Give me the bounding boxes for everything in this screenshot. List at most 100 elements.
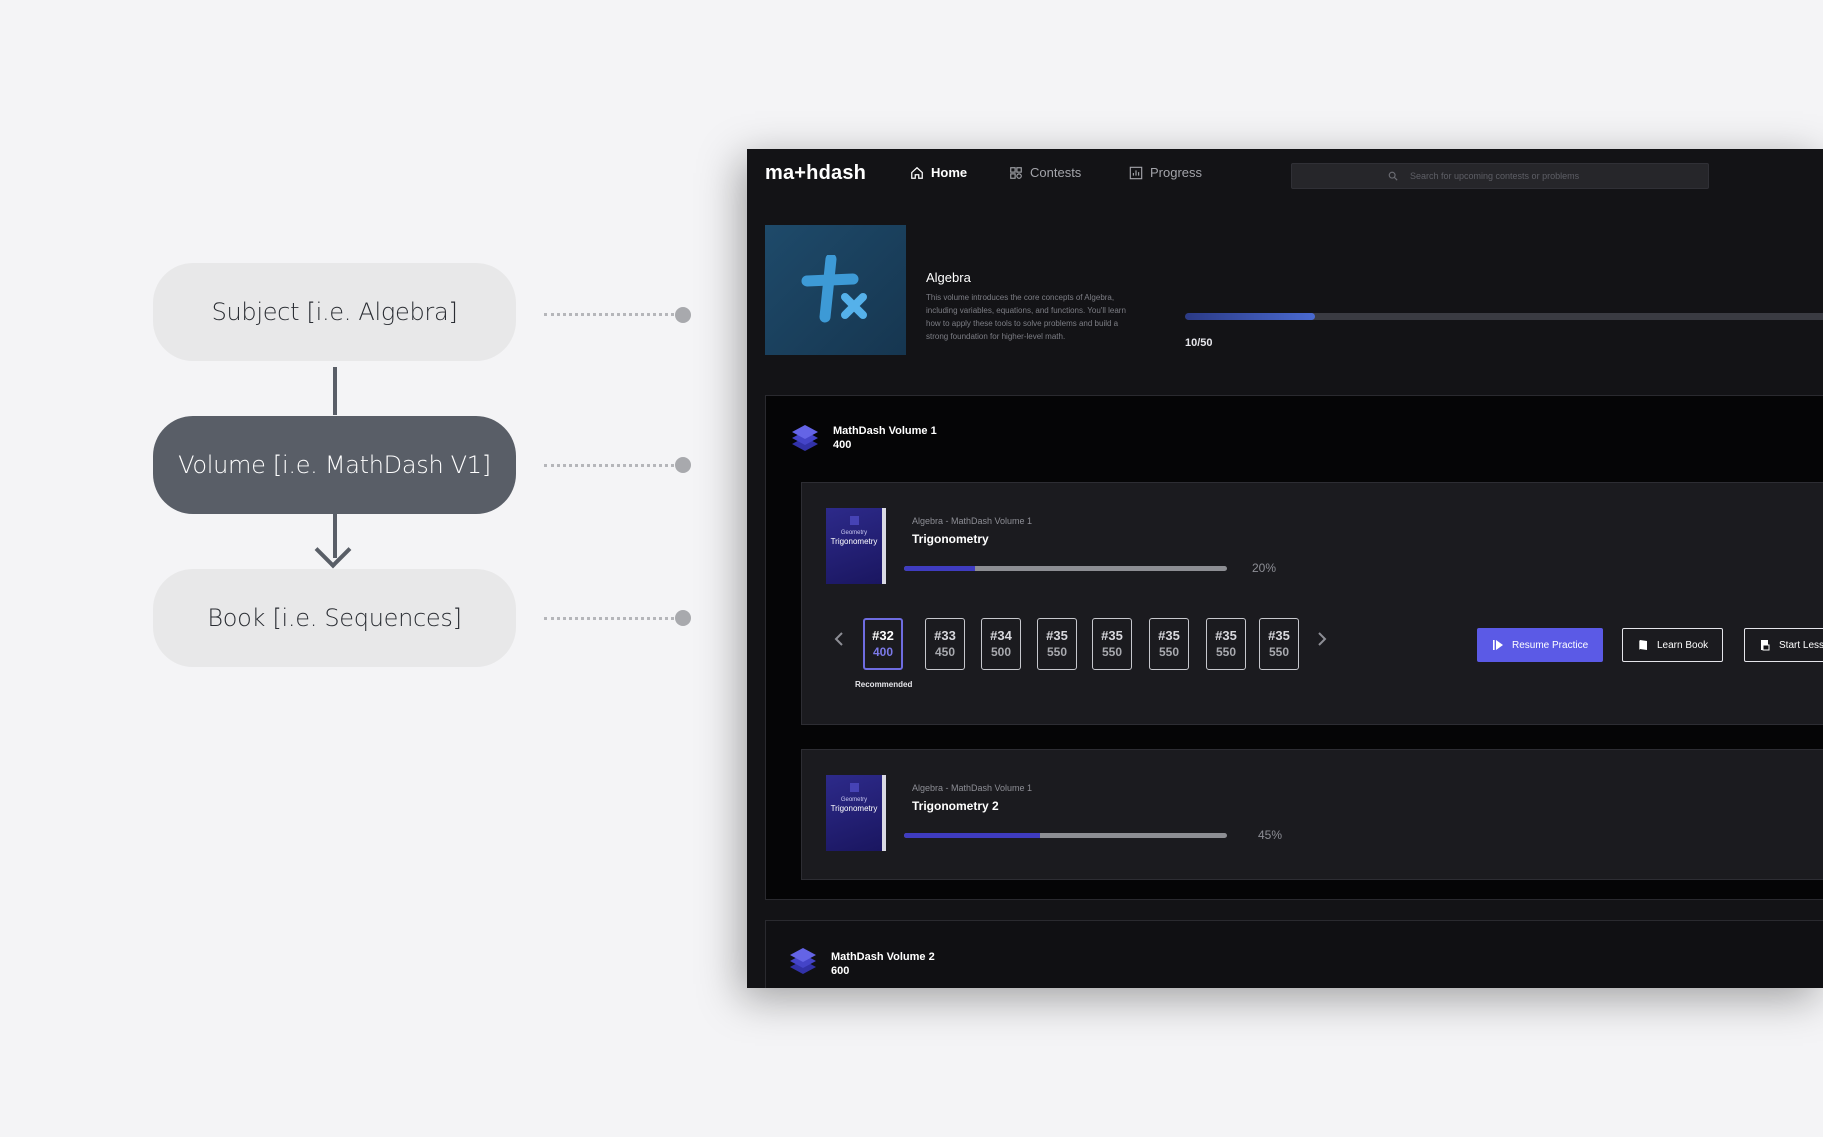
cover-title: Trigonometry bbox=[830, 804, 878, 813]
diagram-connector-line bbox=[333, 367, 337, 415]
volume-count: 400 bbox=[833, 439, 852, 451]
app-window: ma+hdash Home Contests Progress Algebra … bbox=[747, 149, 1823, 988]
problem-points: 550 bbox=[1215, 645, 1237, 659]
problem-points: 550 bbox=[1158, 645, 1180, 659]
problem-points: 400 bbox=[872, 645, 894, 659]
diagram-dot-subject bbox=[675, 307, 691, 323]
top-navigation-bar: ma+hdash Home Contests Progress bbox=[747, 149, 1823, 199]
book-progress-percent: 20% bbox=[1252, 561, 1277, 575]
book-card-trigonometry-2[interactable]: Geometry Trigonometry Algebra - MathDash… bbox=[801, 749, 1823, 880]
subject-progress-fill bbox=[1185, 313, 1315, 320]
resume-practice-button[interactable]: Resume Practice bbox=[1477, 628, 1604, 662]
problem-number: #35 bbox=[1215, 628, 1237, 643]
subject-progress-count: 10/50 bbox=[1185, 337, 1213, 349]
volume-panel-2: MathDash Volume 2 600 bbox=[765, 920, 1823, 988]
diagram-subject-node: Subject [i.e. Algebra] bbox=[153, 263, 516, 361]
nav-contests[interactable]: Contests bbox=[1009, 165, 1081, 180]
problem-number: #35 bbox=[1158, 628, 1180, 643]
cover-square-icon bbox=[849, 783, 859, 792]
play-icon bbox=[1493, 640, 1503, 650]
subject-thumbnail[interactable] bbox=[765, 225, 906, 355]
nav-progress-label: Progress bbox=[1150, 165, 1203, 180]
diagram-book-node: Book [i.e. Sequences] bbox=[153, 569, 516, 667]
diagram-volume-node: Volume [i.e. MathDash V1] bbox=[153, 416, 516, 514]
problem-points: 450 bbox=[934, 645, 956, 659]
diagram-dot-volume bbox=[675, 457, 691, 473]
home-icon bbox=[911, 166, 923, 179]
app-logo[interactable]: ma+hdash bbox=[765, 162, 866, 185]
volume-count: 600 bbox=[831, 965, 850, 977]
book-icon bbox=[1639, 640, 1647, 650]
problem-points: 500 bbox=[990, 645, 1012, 659]
chevron-left-icon[interactable] bbox=[831, 630, 849, 648]
nav-home-label: Home bbox=[931, 165, 968, 180]
diagram-dotted-connector-volume bbox=[544, 464, 674, 467]
volume-panel-1: MathDash Volume 1 400 Geometry Trigonome… bbox=[765, 395, 1823, 900]
subject-progress-bar bbox=[1185, 313, 1823, 320]
problem-points: 550 bbox=[1101, 645, 1123, 659]
diagram-dot-book bbox=[675, 610, 691, 626]
problem-chip[interactable]: #35 550 bbox=[1092, 618, 1132, 670]
recommended-label: Recommended bbox=[855, 680, 913, 689]
diagram-subject-label: Subject [i.e. Algebra] bbox=[211, 298, 458, 326]
layers-icon bbox=[790, 948, 816, 974]
problem-number: #33 bbox=[934, 628, 956, 643]
subject-description: This volume introduces the core concepts… bbox=[926, 293, 1126, 341]
plus-times-icon bbox=[801, 255, 867, 323]
search-input[interactable] bbox=[1408, 170, 1612, 182]
book-subtitle: Algebra - MathDash Volume 1 bbox=[912, 516, 1033, 526]
diagram-arrow-down-icon bbox=[314, 531, 352, 569]
start-lesson-label: Start Less bbox=[1779, 639, 1823, 651]
resume-practice-label: Resume Practice bbox=[1512, 639, 1589, 651]
problem-chip[interactable]: #32 400 bbox=[863, 618, 903, 670]
book-progress-bar bbox=[904, 833, 1227, 838]
book-cover[interactable]: Geometry Trigonometry bbox=[826, 508, 886, 584]
layers-icon bbox=[792, 425, 818, 451]
problem-number: #32 bbox=[872, 628, 894, 643]
chevron-right-icon[interactable] bbox=[1312, 630, 1330, 648]
cover-title: Trigonometry bbox=[830, 537, 878, 546]
cover-subject: Geometry bbox=[840, 530, 868, 536]
learn-book-button[interactable]: Learn Book bbox=[1622, 628, 1724, 662]
nav-home[interactable]: Home bbox=[910, 165, 967, 180]
problem-chip[interactable]: #35 550 bbox=[1037, 618, 1077, 670]
contests-icon bbox=[1010, 166, 1022, 179]
learn-book-label: Learn Book bbox=[1657, 639, 1709, 651]
problem-points: 550 bbox=[1046, 645, 1068, 659]
book-title: Trigonometry bbox=[912, 532, 989, 546]
search-icon bbox=[1388, 171, 1398, 181]
search-bar[interactable] bbox=[1291, 163, 1709, 189]
book-card-trigonometry[interactable]: Geometry Trigonometry Algebra - MathDash… bbox=[801, 482, 1823, 725]
problem-number: #35 bbox=[1046, 628, 1068, 643]
problem-chip[interactable]: #35 550 bbox=[1259, 618, 1299, 670]
book-progress-bar bbox=[904, 566, 1227, 571]
diagram-book-label: Book [i.e. Sequences] bbox=[207, 604, 462, 632]
cover-square-icon bbox=[849, 516, 859, 525]
nav-progress[interactable]: Progress bbox=[1129, 165, 1202, 180]
lesson-icon bbox=[1761, 640, 1770, 651]
subject-title: Algebra bbox=[926, 270, 971, 285]
problem-number: #35 bbox=[1268, 628, 1290, 643]
volume-name: MathDash Volume 1 bbox=[833, 425, 937, 437]
book-title: Trigonometry 2 bbox=[912, 799, 999, 813]
book-cover[interactable]: Geometry Trigonometry bbox=[826, 775, 886, 851]
diagram-volume-label: Volume [i.e. MathDash V1] bbox=[178, 451, 491, 479]
progress-chart-icon bbox=[1129, 166, 1143, 179]
start-lesson-button[interactable]: Start Less bbox=[1744, 628, 1823, 662]
problem-chip[interactable]: #35 550 bbox=[1206, 618, 1246, 670]
problem-number: #34 bbox=[990, 628, 1012, 643]
book-progress-fill bbox=[904, 833, 1040, 838]
cover-subject: Geometry bbox=[840, 797, 868, 803]
book-progress-percent: 45% bbox=[1258, 828, 1283, 842]
problem-chip[interactable]: #34 500 bbox=[981, 618, 1021, 670]
book-subtitle: Algebra - MathDash Volume 1 bbox=[912, 783, 1033, 793]
problem-chip[interactable]: #33 450 bbox=[925, 618, 965, 670]
book-progress-fill bbox=[904, 566, 976, 571]
diagram-dotted-connector-book bbox=[544, 617, 674, 620]
problem-points: 550 bbox=[1268, 645, 1290, 659]
nav-contests-label: Contests bbox=[1030, 165, 1082, 180]
problem-number: #35 bbox=[1101, 628, 1123, 643]
diagram-dotted-connector-subject bbox=[544, 313, 674, 316]
problem-chip[interactable]: #35 550 bbox=[1149, 618, 1189, 670]
volume-name: MathDash Volume 2 bbox=[831, 951, 935, 963]
